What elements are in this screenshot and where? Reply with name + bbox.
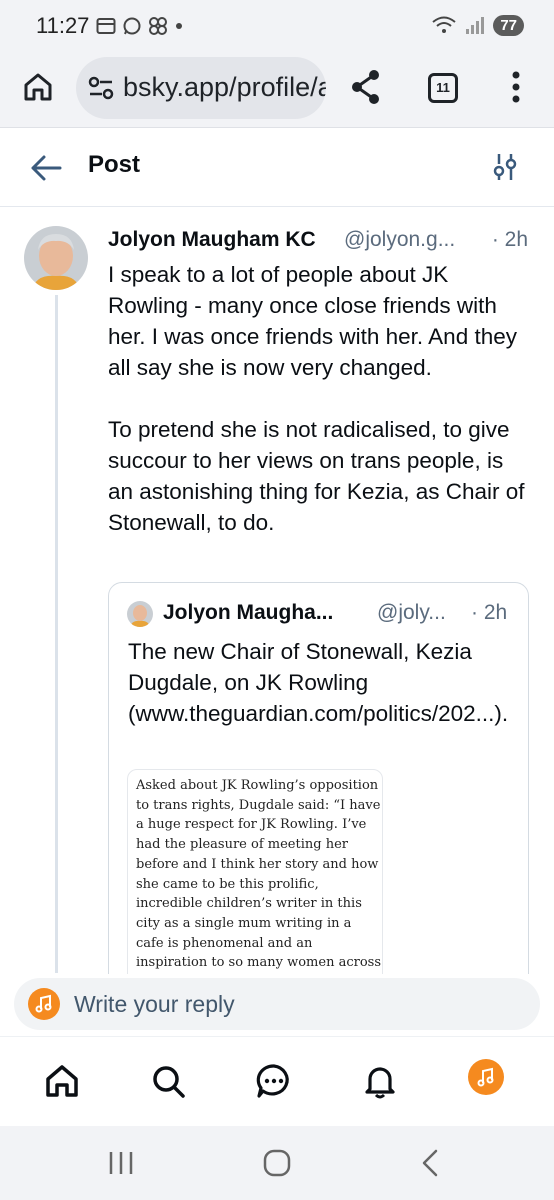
author-name[interactable]: Jolyon Maugham KC — [108, 228, 316, 252]
thread-line — [55, 295, 58, 973]
reply-input[interactable]: Write your reply — [14, 978, 540, 1030]
system-icons: 77 — [431, 14, 524, 36]
chat-icon[interactable] — [254, 1061, 294, 1101]
whatsapp-icon — [123, 17, 141, 35]
quote-author-handle: @joly... — [377, 601, 446, 624]
site-settings-icon[interactable] — [88, 76, 114, 100]
url-text[interactable]: bsky.app/profile/a — [123, 72, 326, 103]
system-navigation-bar — [0, 1126, 554, 1200]
share-icon[interactable] — [350, 69, 382, 105]
dot-icon — [176, 23, 182, 29]
status-bar: 11:27 77 — [0, 0, 554, 52]
signal-icon — [466, 17, 485, 34]
avatar[interactable] — [24, 226, 88, 290]
bottom-nav — [0, 1036, 554, 1126]
author-handle[interactable]: @jolyon.g... — [344, 228, 455, 252]
quote-post-time: · 2h — [471, 601, 508, 624]
quote-image-text: Asked about JK Rowling’s opposition to t… — [136, 778, 381, 990]
post-text: I speak to a lot of people about JK Rowl… — [108, 262, 525, 535]
recent-apps-icon[interactable] — [108, 1150, 134, 1176]
browser-toolbar: bsky.app/profile/a 11 — [0, 52, 554, 128]
browser-home-icon[interactable] — [22, 71, 54, 103]
back-nav-icon[interactable] — [420, 1148, 440, 1178]
more-menu-icon[interactable] — [510, 70, 522, 104]
profile-avatar[interactable] — [468, 1059, 504, 1095]
home-icon[interactable] — [42, 1061, 82, 1101]
quote-author-name: Jolyon Maugha... — [163, 601, 334, 624]
quote-text: The new Chair of Stonewall, Kezia Dugdal… — [128, 639, 509, 726]
quote-post-card[interactable]: Jolyon Maugha... @joly... · 2h The new C… — [108, 582, 529, 1002]
url-bar[interactable]: bsky.app/profile/a — [76, 57, 326, 119]
back-arrow-icon[interactable] — [30, 153, 62, 183]
search-icon[interactable] — [148, 1061, 188, 1101]
post-time[interactable]: · 2h — [492, 228, 528, 252]
pinwheel-icon — [149, 17, 167, 35]
notification-icons — [96, 16, 184, 36]
status-time: 11:27 — [36, 13, 90, 38]
reply-placeholder[interactable]: Write your reply — [74, 991, 235, 1018]
battery-icon: 77 — [493, 14, 524, 36]
avatar — [28, 988, 60, 1020]
wifi-icon — [432, 16, 456, 33]
home-nav-icon[interactable] — [262, 1148, 292, 1178]
post-header: Jolyon Maugham KC @jolyon.g... · 2h — [108, 226, 538, 256]
page-header: Post — [0, 129, 554, 207]
thread-options-icon[interactable] — [492, 152, 518, 182]
avatar — [127, 601, 153, 627]
quote-image[interactable]: Asked about JK Rowling’s opposition to t… — [127, 769, 383, 1001]
calendar-icon — [96, 18, 116, 34]
page-title: Post — [88, 151, 141, 178]
notifications-bell-icon[interactable] — [360, 1061, 400, 1101]
tab-switcher-button[interactable]: 11 — [428, 73, 458, 103]
reply-bar: Write your reply — [0, 974, 554, 1036]
